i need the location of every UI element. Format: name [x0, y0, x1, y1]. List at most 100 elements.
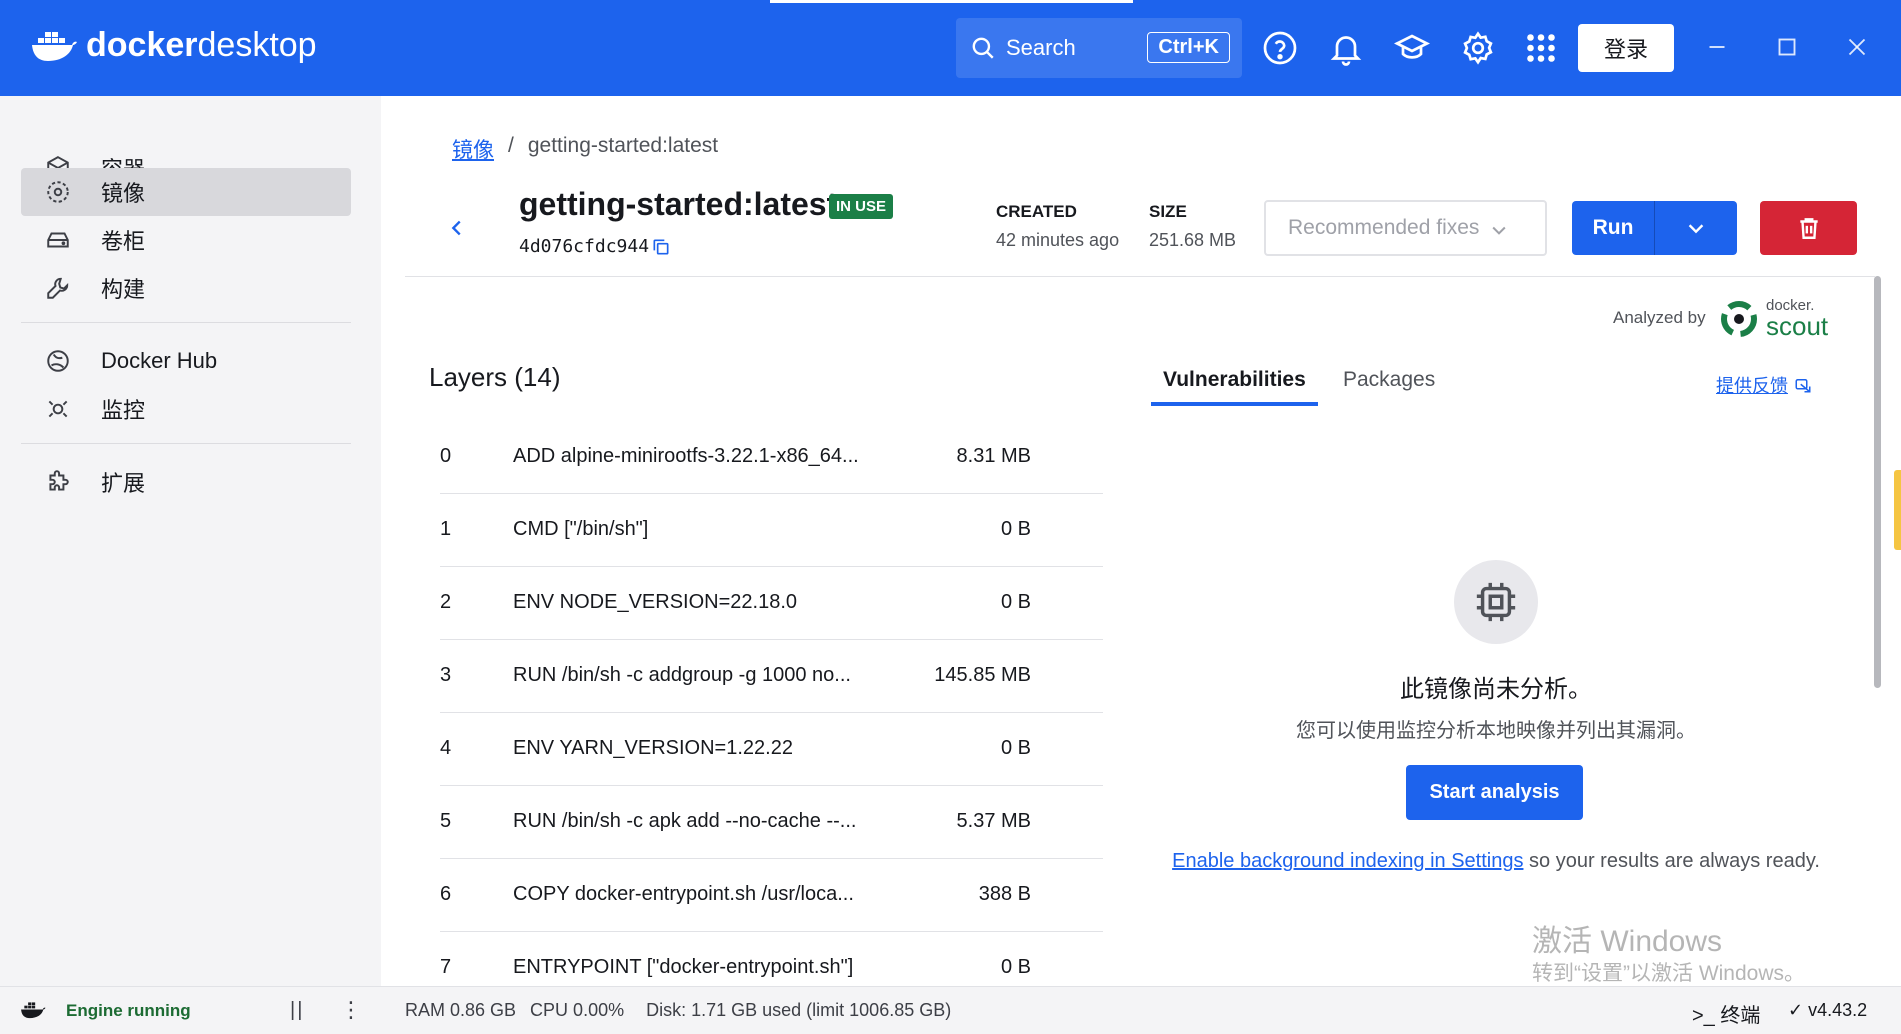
- layer-command: CMD ["/bin/sh"]: [513, 518, 649, 540]
- learning-center-icon[interactable]: [1393, 30, 1431, 66]
- run-button[interactable]: Run: [1572, 201, 1655, 255]
- start-analysis-button[interactable]: Start analysis: [1406, 765, 1583, 820]
- header-divider: [405, 276, 1875, 277]
- activation-watermark-subtitle: 转到“设置”以激活 Windows。: [1532, 962, 1806, 985]
- edge-accent: [1894, 470, 1901, 550]
- image-icon: [45, 179, 71, 205]
- search-label: Search: [1006, 35, 1076, 60]
- hub-globe-icon: [45, 348, 71, 374]
- engine-status: Engine running: [66, 1001, 191, 1020]
- layer-row[interactable]: 4 ENV YARN_VERSION=1.22.22 0 B: [440, 713, 1103, 786]
- brand-desktop: desktop: [197, 26, 317, 64]
- engine-status-area: Engine running || ⋮: [0, 987, 381, 1034]
- activation-watermark-title: 激活 Windows: [1532, 925, 1723, 958]
- volume-icon: [45, 227, 71, 253]
- sidebar-item-builds[interactable]: 构建: [21, 264, 351, 312]
- layer-index: 6: [440, 883, 452, 905]
- image-id: 4d076cfdc944: [519, 236, 650, 257]
- created-meta: CREATED 42 minutes ago: [996, 202, 1119, 251]
- layer-row[interactable]: 2 ENV NODE_VERSION=22.18.0 0 B: [440, 567, 1103, 640]
- breadcrumb-images-link[interactable]: 镜像: [452, 134, 494, 164]
- tab-packages[interactable]: Packages: [1343, 368, 1435, 406]
- layer-row[interactable]: 1 CMD ["/bin/sh"] 0 B: [440, 494, 1103, 567]
- breadcrumb-separator: /: [508, 134, 514, 157]
- size-meta: SIZE 251.68 MB: [1149, 202, 1236, 251]
- status-bar: Engine running || ⋮ RAM 0.86 GB CPU 0.00…: [0, 986, 1901, 1034]
- recommended-fixes-label: Recommended fixes: [1288, 216, 1480, 239]
- layer-size: 388 B: [978, 883, 1031, 905]
- version-label[interactable]: ✓ v4.43.2: [1788, 1000, 1867, 1021]
- layer-row[interactable]: 6 COPY docker-entrypoint.sh /usr/loca...…: [440, 859, 1103, 932]
- layer-row[interactable]: 5 RUN /bin/sh -c apk add --no-cache --..…: [440, 786, 1103, 859]
- layer-size: 0 B: [1000, 956, 1031, 978]
- feedback-link[interactable]: 提供反馈: [1716, 372, 1812, 398]
- page-title: getting-started:latest: [519, 186, 838, 222]
- indexing-text: so your results are always ready.: [1523, 850, 1820, 872]
- sidebar-item-label: 卷柜: [101, 229, 146, 254]
- layer-size: 145.85 MB: [934, 664, 1031, 686]
- layer-index: 4: [440, 737, 452, 759]
- run-split-button: Run: [1572, 201, 1737, 255]
- layers-title: Layers (14): [429, 362, 561, 392]
- close-icon[interactable]: [1842, 32, 1872, 62]
- docker-whale-icon: [32, 31, 77, 61]
- layer-command: COPY docker-entrypoint.sh /usr/loca...: [513, 883, 854, 905]
- in-use-badge: IN USE: [829, 194, 894, 219]
- layer-index: 2: [440, 591, 452, 613]
- sidebar-item-extensions[interactable]: 扩展: [21, 458, 351, 506]
- breadcrumb-current: getting-started:latest: [527, 134, 719, 157]
- docker-desktop-logo: dockerdesktop: [30, 26, 317, 65]
- breadcrumb: 镜像 / getting-started:latest: [452, 134, 718, 164]
- delete-button[interactable]: [1760, 201, 1857, 255]
- extensions-puzzle-icon: [45, 469, 71, 495]
- extensions-grid-icon[interactable]: [1523, 30, 1559, 66]
- run-options-button[interactable]: [1655, 201, 1737, 255]
- ram-usage: RAM 0.86 GB: [405, 1000, 517, 1020]
- sidebar-item-scout[interactable]: 监控: [21, 385, 351, 433]
- more-options-icon[interactable]: ⋮: [340, 997, 362, 1023]
- sidebar-item-volumes[interactable]: 卷柜: [21, 216, 351, 264]
- notifications-icon[interactable]: [1328, 30, 1364, 66]
- enable-indexing-link[interactable]: Enable background indexing in Settings: [1172, 850, 1523, 872]
- back-chevron-icon[interactable]: [446, 214, 468, 242]
- scout-logo-icon: [1721, 300, 1757, 337]
- disk-usage: Disk: 1.71 GB used (limit 1006.85 GB): [646, 1000, 952, 1020]
- chevron-down-icon: [1688, 224, 1704, 234]
- pause-icon[interactable]: ||: [290, 999, 304, 1022]
- resource-stats: RAM 0.86 GB CPU 0.00% Disk: 1.71 GB used…: [405, 1000, 951, 1021]
- maximize-icon[interactable]: [1772, 32, 1802, 62]
- chip-icon: [1454, 560, 1538, 644]
- minimize-icon[interactable]: [1702, 32, 1732, 62]
- sidebar-divider: [21, 443, 351, 444]
- terminal-button[interactable]: >_ 终端: [1692, 999, 1760, 1028]
- sidebar-item-docker-hub[interactable]: Docker Hub: [21, 337, 351, 385]
- search-input[interactable]: Search Ctrl+K: [956, 18, 1242, 78]
- layer-command: RUN /bin/sh -c apk add --no-cache --...: [513, 810, 857, 832]
- recommended-fixes-dropdown[interactable]: Recommended fixes: [1264, 200, 1547, 256]
- tab-vulnerabilities[interactable]: Vulnerabilities: [1151, 368, 1318, 406]
- sidebar-divider: [21, 322, 351, 323]
- login-button[interactable]: 登录: [1578, 24, 1674, 72]
- layer-command: ENV YARN_VERSION=1.22.22: [513, 737, 793, 759]
- created-label: CREATED: [996, 202, 1077, 221]
- sidebar-item-label: 扩展: [101, 471, 146, 496]
- layer-index: 3: [440, 664, 452, 686]
- settings-gear-icon[interactable]: [1460, 30, 1496, 66]
- brand-docker: docker: [86, 26, 198, 64]
- help-icon[interactable]: [1262, 30, 1298, 66]
- sidebar-item-label: 镜像: [101, 181, 146, 206]
- scrollbar[interactable]: [1874, 276, 1881, 688]
- copy-icon[interactable]: [651, 237, 671, 257]
- layer-row[interactable]: 7 ENTRYPOINT ["docker-entrypoint.sh"] 0 …: [440, 932, 1103, 986]
- layer-row[interactable]: 3 RUN /bin/sh -c addgroup -g 1000 no... …: [440, 640, 1103, 713]
- size-value: 251.68 MB: [1149, 230, 1237, 250]
- layer-size: 0 B: [1000, 518, 1031, 540]
- created-value: 42 minutes ago: [996, 230, 1120, 250]
- layer-command: RUN /bin/sh -c addgroup -g 1000 no...: [513, 664, 851, 686]
- size-label: SIZE: [1149, 202, 1187, 221]
- feedback-icon: [1795, 379, 1811, 393]
- sidebar-item-label: Docker Hub: [101, 348, 218, 373]
- cpu-usage: CPU 0.00%: [530, 1000, 625, 1020]
- layer-row[interactable]: 0 ADD alpine-minirootfs-3.22.1-x86_64...…: [440, 421, 1103, 494]
- sidebar-item-images[interactable]: 镜像: [21, 168, 351, 216]
